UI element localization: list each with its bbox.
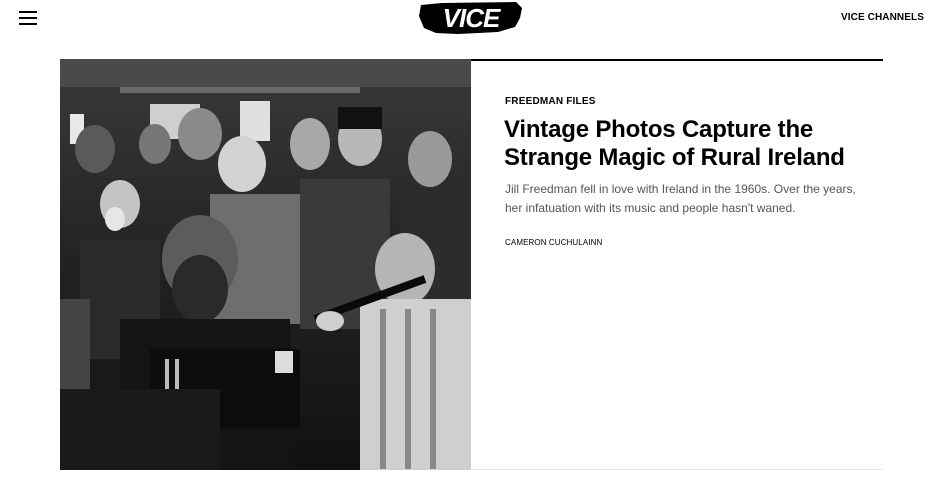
article-headline[interactable]: Vintage Photos Capture the Strange Magic… bbox=[504, 116, 874, 172]
vice-logo[interactable]: VICE bbox=[418, 0, 524, 36]
menu-bar bbox=[19, 11, 37, 13]
vice-logo-mark: VICE bbox=[419, 2, 522, 34]
article-dek: Jill Freedman fell in love with Ireland … bbox=[505, 182, 856, 215]
article-photo-image bbox=[60, 59, 471, 470]
article-byline[interactable]: CAMERON CUCHULAINN bbox=[505, 238, 602, 247]
article-text-column: FREEDMAN FILES Vintage Photos Capture th… bbox=[471, 59, 883, 470]
article-kicker[interactable]: FREEDMAN FILES bbox=[505, 96, 596, 107]
card-bottom-divider bbox=[472, 469, 883, 470]
article-photo[interactable] bbox=[60, 59, 471, 470]
featured-article-card: FREEDMAN FILES Vintage Photos Capture th… bbox=[60, 59, 883, 470]
vice-channels-link[interactable]: VICE CHANNELS bbox=[841, 12, 924, 23]
menu-bar bbox=[19, 17, 37, 19]
menu-bar bbox=[19, 23, 37, 25]
logo-text: VICE bbox=[443, 3, 501, 33]
hamburger-menu-icon[interactable] bbox=[19, 11, 37, 25]
site-header: VICE VICE CHANNELS bbox=[0, 0, 940, 40]
